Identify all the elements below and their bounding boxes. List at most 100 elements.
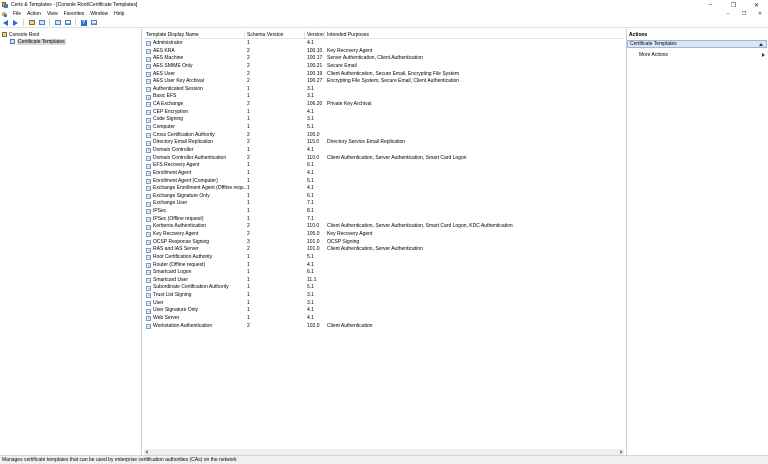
table-row[interactable]: Domain Controller Authentication 2 110.0 Cl… [144, 155, 624, 163]
version-cell: 100.10 [307, 47, 323, 54]
minimize-button[interactable]: – [699, 0, 722, 10]
template-name-cell: Domain Controller Authentication [146, 155, 246, 163]
close-button[interactable]: ✕ [745, 0, 768, 10]
refresh-icon [54, 20, 61, 25]
table-row[interactable]: Root Certification Authority 1 5.1 [144, 254, 624, 262]
table-row[interactable]: Workstation Authentication 2 102.0 Client A… [144, 323, 624, 331]
table-row[interactable]: Exchange User 1 7.1 [144, 200, 624, 208]
table-row[interactable]: EFS Recovery Agent 1 6.1 [144, 162, 624, 170]
template-name-cell: User Signature Only [146, 307, 246, 315]
template-name-cell: Trust List Signing [146, 292, 246, 300]
menu-view[interactable]: View [44, 11, 61, 17]
intended-purposes-cell [327, 254, 622, 262]
certificate-template-icon [146, 87, 151, 93]
mdi-restore-button[interactable]: ❐ [740, 11, 748, 17]
menu-help[interactable]: Help [111, 11, 127, 17]
export-list-button[interactable] [64, 19, 71, 26]
forward-button[interactable] [12, 19, 19, 26]
table-row[interactable]: Domain Controller 1 4.1 [144, 147, 624, 155]
certificate-template-icon [146, 255, 151, 261]
console-tree-icon [38, 20, 45, 25]
scroll-right-icon[interactable] [620, 450, 623, 454]
restore-button[interactable]: ❐ [722, 0, 745, 10]
table-row[interactable]: AES SMIME Only 2 100.21 Secure Email [144, 63, 624, 71]
table-row[interactable]: User 1 3.1 [144, 300, 624, 308]
table-row[interactable]: Code Signing 1 3.1 [144, 116, 624, 124]
menu-favorites[interactable]: Favorites [61, 11, 88, 17]
table-row[interactable]: Trust List Signing 1 3.1 [144, 292, 624, 300]
table-row[interactable]: IPSec 1 8.1 [144, 208, 624, 216]
show-hide-tree-button[interactable] [38, 19, 45, 26]
table-row[interactable]: Web Server 1 4.1 [144, 315, 624, 323]
table-row[interactable]: AES User 2 100.19 Client Authentication, Se… [144, 71, 624, 79]
certificate-template-icon [146, 270, 151, 276]
version-cell: 5.1 [307, 124, 314, 131]
actions-section-header[interactable]: Certificate Templates [627, 40, 767, 48]
table-row[interactable]: Key Recovery Agent 2 105.0 Key Recovery Age… [144, 231, 624, 239]
more-actions-item[interactable]: More Actions [639, 51, 765, 58]
menu-file[interactable]: File [10, 11, 24, 17]
schema-version-cell: 1 [247, 215, 250, 222]
template-name: Enrollment Agent [153, 169, 192, 176]
menu-action[interactable]: Action [24, 11, 44, 17]
table-row[interactable]: Smartcard User 1 11.1 [144, 277, 624, 285]
table-row[interactable]: Authenticated Session 1 3.1 [144, 86, 624, 94]
table-row[interactable]: Router (Offline request) 1 4.1 [144, 262, 624, 270]
column-header-intended-purposes[interactable]: Intended Purposes [325, 31, 622, 39]
certificate-template-icon [146, 201, 151, 207]
table-row[interactable]: Smartcard Logon 1 6.1 [144, 269, 624, 277]
collapse-up-icon[interactable] [759, 43, 763, 46]
console-icon[interactable] [2, 11, 7, 17]
template-name-cell: AES Machine [146, 55, 246, 63]
table-row[interactable]: AES Machine 2 100.17 Server Authentication,… [144, 55, 624, 63]
intended-purposes-cell [327, 86, 622, 94]
certificate-template-icon [146, 301, 151, 307]
table-row[interactable]: Computer 1 5.1 [144, 124, 624, 132]
table-row[interactable]: IPSec (Offline request) 1 7.1 [144, 216, 624, 224]
table-row[interactable]: Basic EFS 1 3.1 [144, 93, 624, 101]
show-action-pane-button[interactable] [90, 19, 97, 26]
table-row[interactable]: Exchange Enrollment Agent (Offline requ.… [144, 185, 624, 193]
table-row[interactable]: OCSP Response Signing 3 101.0 OCSP Signing [144, 239, 624, 247]
menu-window[interactable]: Window [87, 11, 111, 17]
version-cell: 4.1 [307, 185, 314, 192]
refresh-button[interactable] [54, 19, 61, 26]
table-row[interactable]: Enrollment Agent (Computer) 1 5.1 [144, 178, 624, 186]
column-header-schema-version[interactable]: Schema Version [245, 31, 305, 39]
table-row[interactable]: AES User Key Archival 2 100.27 Encrypting F… [144, 78, 624, 86]
template-name: Kerberos Authentication [153, 223, 207, 230]
table-row[interactable]: Kerberos Authentication 2 110.0 Client Auth… [144, 223, 624, 231]
template-name: Key Recovery Agent [153, 231, 199, 237]
template-name: Trust List Signing [153, 292, 192, 299]
template-name: Smartcard User [153, 276, 189, 283]
column-header-name[interactable]: Template Display Name [144, 31, 245, 39]
template-name-cell: Authenticated Session [146, 86, 246, 94]
table-row[interactable]: RAS and IAS Server 2 101.0 Client Authentic… [144, 246, 624, 254]
mdi-minimize-button[interactable]: – [724, 11, 732, 17]
table-row[interactable]: Cross Certification Authority 2 105.0 [144, 132, 624, 140]
column-header-version[interactable]: Version [305, 31, 325, 39]
table-row[interactable]: Administrator 1 4.1 [144, 40, 624, 48]
table-row[interactable]: Enrollment Agent 1 4.1 [144, 170, 624, 178]
intended-purposes-cell [327, 147, 622, 155]
template-name: Workstation Authentication [153, 322, 213, 329]
scroll-left-icon[interactable] [145, 450, 148, 454]
back-button[interactable] [2, 19, 9, 26]
certificate-template-icon [146, 110, 151, 116]
table-row[interactable]: AES KRA 2 100.10 Key Recovery Agent [144, 48, 624, 56]
status-bar: Manages certificate templates that can b… [0, 455, 768, 464]
table-row[interactable]: Subordinate Certification Authority 1 5.1 [144, 284, 624, 292]
table-row[interactable]: Exchange Signature Only 1 6.1 [144, 193, 624, 201]
up-one-level-button[interactable] [28, 19, 35, 26]
table-row[interactable]: User Signature Only 1 4.1 [144, 307, 624, 315]
table-row[interactable]: Directory Email Replication 2 115.0 Directo… [144, 139, 624, 147]
tree-item-certificate-templates[interactable]: Certificate Templates [10, 38, 66, 45]
help-button[interactable]: ? [80, 19, 87, 26]
tree-item-console-root[interactable]: Console Root [2, 31, 39, 38]
schema-version-cell: 2 [247, 139, 250, 146]
table-row[interactable]: CA Exchange 2 106.20 Private Key Archival [144, 101, 624, 109]
version-cell: 3.1 [307, 292, 314, 299]
mdi-close-button[interactable]: ✕ [756, 11, 764, 17]
table-row[interactable]: CEP Encryption 1 4.1 [144, 109, 624, 117]
template-name: User [153, 299, 164, 306]
